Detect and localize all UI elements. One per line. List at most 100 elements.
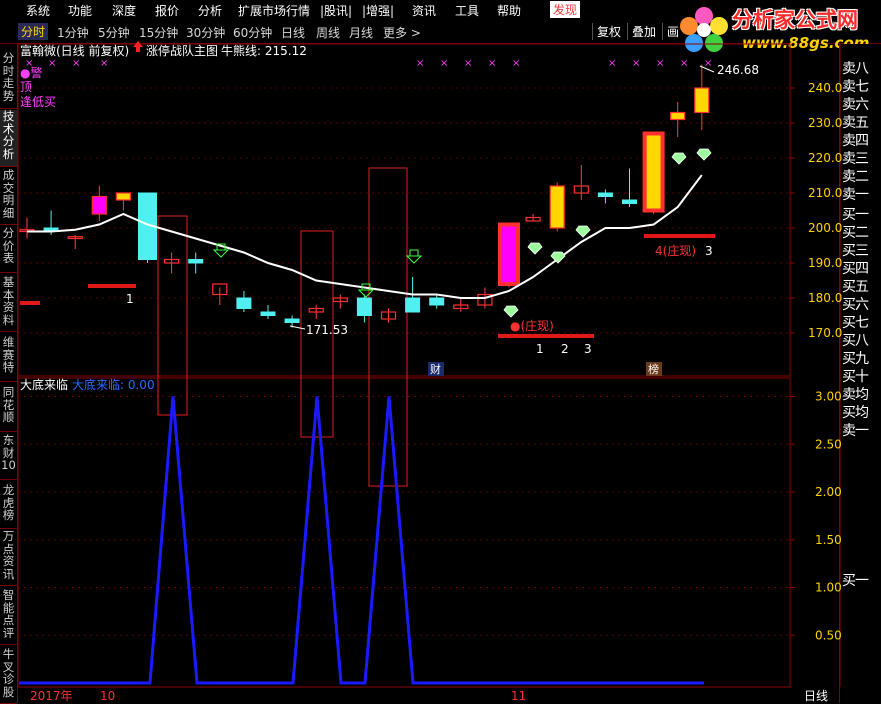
sub-tick-label: 3.00 xyxy=(815,390,842,404)
period-tab-30min[interactable]: 30分钟 xyxy=(186,24,225,41)
diamond-icon xyxy=(503,305,519,318)
counter-2: 2 xyxy=(561,342,569,356)
candle-body-up xyxy=(67,236,83,240)
diamond-icon xyxy=(671,152,687,165)
period-tab-5min[interactable]: 5分钟 xyxy=(98,24,130,41)
candle-body-down xyxy=(597,192,613,197)
finance-badge-bg xyxy=(428,362,444,376)
side-tab-tonghuashun[interactable]: 同花顺 xyxy=(0,386,17,432)
buy-10: 买十 xyxy=(842,369,869,385)
down-arrow-icon xyxy=(405,249,423,264)
period-tab-monthly[interactable]: 月线 xyxy=(349,24,373,41)
candle-body-up xyxy=(642,131,665,213)
low-pointer xyxy=(289,325,306,330)
price-chart: × × × × × × × × × × × × × × 170.0 180.0 190.0 200.0 210.0… xyxy=(17,41,842,703)
buy-4: 买四 xyxy=(842,261,869,277)
candle-body-up xyxy=(380,311,397,320)
menu-item-function[interactable]: 功能 xyxy=(68,2,92,19)
candle-body-up xyxy=(694,87,710,114)
buy-1: 买一 xyxy=(842,207,869,223)
period-tab-60min[interactable]: 60分钟 xyxy=(233,24,272,41)
finance-badge[interactable]: 财 xyxy=(430,362,441,376)
side-tab-dongcai[interactable]: 东财10 xyxy=(0,434,17,480)
side-tab-technical[interactable]: 技术分析 xyxy=(0,110,17,167)
price-tick-label: 190.0 xyxy=(808,256,842,270)
list-badge-bg xyxy=(646,362,662,376)
menu-item-quote[interactable]: 报价 xyxy=(155,2,179,19)
menu-item-discover[interactable]: 发现 xyxy=(550,1,581,18)
sell-1-summary: 卖一 xyxy=(842,423,869,439)
menu-item-analysis[interactable]: 分析 xyxy=(198,2,222,19)
signal-box xyxy=(368,167,408,487)
side-tab-comment[interactable]: 智能点评 xyxy=(0,589,17,645)
period-tab-daily[interactable]: 日线 xyxy=(281,24,305,41)
side-tab-news[interactable]: 万点资讯 xyxy=(0,530,17,586)
flower-logo-icon xyxy=(680,7,728,52)
signal-box xyxy=(300,230,334,438)
month-label-11: 11 xyxy=(511,689,526,703)
side-tab-intraday[interactable]: 分时走势 xyxy=(0,52,17,109)
legend-alert: ●警 xyxy=(20,65,42,80)
top-x-marker: × xyxy=(72,58,80,69)
menu-item-stock-news[interactable]: |股讯| xyxy=(320,2,352,19)
sell-7: 卖七 xyxy=(842,79,869,95)
restore-rights-button[interactable]: 复权 xyxy=(592,23,625,40)
candle-body-up xyxy=(115,192,132,201)
price-tick-label: 200.0 xyxy=(808,221,842,235)
side-tab-weisaite[interactable]: 维赛特 xyxy=(0,336,17,382)
candle-body-up xyxy=(498,222,520,286)
side-tab-price-table[interactable]: 分价表 xyxy=(0,227,17,273)
zhuang-label-2: 4(庄现) xyxy=(655,243,696,258)
counter-right: 3 xyxy=(705,244,713,258)
candle-body-up xyxy=(670,111,686,121)
buy-7: 买七 xyxy=(842,315,869,331)
list-badge[interactable]: 榜 xyxy=(648,362,659,376)
ma-value-label: 牛熊线: 215.12 xyxy=(221,43,307,58)
year-label: 2017年 xyxy=(30,689,73,703)
buy-9: 买九 xyxy=(842,351,869,367)
sell-3: 卖三 xyxy=(842,151,869,167)
top-x-marker: × xyxy=(48,58,56,69)
candle-body-up xyxy=(19,229,35,233)
period-tab-15min[interactable]: 15分钟 xyxy=(139,24,178,41)
legend-top: 顶 xyxy=(20,80,32,94)
side-tab-trade-detail[interactable]: 成交明细 xyxy=(0,169,17,225)
low-price-label: 171.53 xyxy=(306,323,348,337)
sell-1: 卖一 xyxy=(842,187,869,203)
top-x-marker: × xyxy=(608,58,616,69)
month-label-10: 10 xyxy=(100,689,115,703)
menu-item-help[interactable]: 帮助 xyxy=(497,2,521,19)
candles xyxy=(19,64,710,328)
period-tab-more[interactable]: 更多 > xyxy=(383,24,421,41)
side-tab-longhubang[interactable]: 龙虎榜 xyxy=(0,484,17,529)
menu-item-depth[interactable]: 深度 xyxy=(112,2,136,19)
menu-item-tools[interactable]: 工具 xyxy=(455,2,479,19)
period-tab-1min[interactable]: 1分钟 xyxy=(57,24,89,41)
menu-item-enhance[interactable]: |增强| xyxy=(362,2,394,19)
menu-item-system[interactable]: 系统 xyxy=(26,2,50,19)
top-x-marker: × xyxy=(100,58,108,69)
period-tab-intraday[interactable]: 分时 xyxy=(18,23,49,40)
period-tab-weekly[interactable]: 周线 xyxy=(316,24,340,41)
side-tab-diagnosis[interactable]: 牛叉诊股 xyxy=(0,648,17,704)
candle-body-up xyxy=(91,195,107,215)
candle-body-up xyxy=(573,185,589,194)
candle-body-down xyxy=(284,318,300,323)
sell-5: 卖五 xyxy=(842,115,869,131)
candle-body-down xyxy=(622,199,637,204)
signal-box xyxy=(157,215,188,416)
signal-marks: × × × × × × × × × × × × × × xyxy=(20,58,715,338)
buy-average: 买均 xyxy=(842,405,869,421)
candle-body-down xyxy=(138,192,157,260)
menu-item-info[interactable]: 资讯 xyxy=(412,2,436,19)
overlay-button[interactable]: 叠加 xyxy=(627,23,660,40)
counter-left: 1 xyxy=(126,292,134,306)
side-tab-profile[interactable]: 基本资料 xyxy=(0,276,17,332)
sub-tick-label: 0.50 xyxy=(815,628,842,642)
sell-6: 卖六 xyxy=(842,97,869,113)
sub-frame xyxy=(17,377,791,688)
menu-item-extended-market[interactable]: 扩展市场行情 xyxy=(238,2,310,19)
candle-body-down xyxy=(260,311,276,316)
sub-tick-label: 1.50 xyxy=(815,533,842,547)
support-bar xyxy=(498,334,594,338)
